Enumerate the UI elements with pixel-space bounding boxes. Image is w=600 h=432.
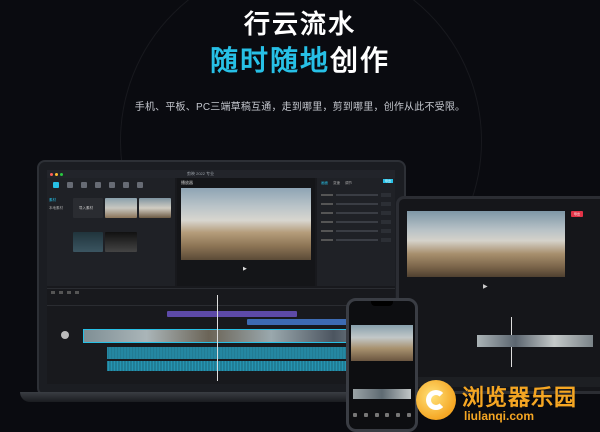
media-thumbnail[interactable] [73,232,103,252]
text-track-clip[interactable] [167,311,297,317]
audio-track-clip[interactable] [107,361,357,371]
phone-tool-icon[interactable] [406,413,411,417]
sticker-tool-icon[interactable] [95,182,101,188]
phone-tool-icon[interactable] [353,413,357,417]
timeline-playhead[interactable] [217,295,218,381]
phone-tool-icon[interactable] [374,413,379,417]
properties-panel: 导出 画面 变速 调节 [317,178,395,286]
preview-label: 播放器 [181,180,193,185]
hero-subtitle: 随时随地创作 [0,44,600,78]
phone-notch [371,301,393,306]
phone-tool-icon[interactable] [363,413,368,417]
redo-icon[interactable] [59,291,63,294]
phone-tool-icon[interactable] [385,413,390,417]
hero-subtitle-accent: 随时随地 [209,45,330,76]
split-icon[interactable] [67,291,71,294]
property-row[interactable] [321,200,391,207]
maximize-dot-icon[interactable] [60,172,63,176]
import-media-label: 导入素材 [79,206,93,210]
timeline-panel [47,288,395,384]
undo-icon[interactable] [51,291,55,294]
tablet-play-icon[interactable]: ▶ [483,283,488,290]
phone-video-clip[interactable] [353,389,411,399]
property-row[interactable] [321,227,391,234]
side-item-media[interactable]: 素材 [49,196,67,204]
filter-tool-icon[interactable] [137,182,143,188]
preview-video [181,188,311,260]
export-button[interactable]: 导出 [383,179,393,183]
property-row[interactable] [321,209,391,216]
effects-tool-icon[interactable] [109,182,115,188]
lock-icon[interactable] [61,331,69,339]
delete-icon[interactable] [75,291,79,294]
side-item-local[interactable]: 本地素材 [49,204,67,212]
minimize-dot-icon[interactable] [55,172,58,176]
hero-subtitle-rest: 创作 [330,45,391,76]
audio-track-clip[interactable] [107,347,357,359]
phone-device [346,298,418,432]
watermark-name: 浏览器乐园 [462,385,578,411]
property-row[interactable] [321,236,391,243]
import-media-tile[interactable]: 导入素材 [73,198,103,218]
app-titlebar: 剪映 2022 专业 [47,170,395,178]
media-panel: 素材 本地素材 导入素材 [47,178,175,286]
phone-tool-icon[interactable] [396,413,401,417]
play-icon[interactable]: ▶ [243,266,247,272]
phone-preview-video [351,325,413,361]
tablet-preview-video [407,211,565,277]
tab-adjust[interactable]: 调节 [345,181,352,186]
transition-tool-icon[interactable] [123,182,129,188]
timeline-toolbar [47,289,395,299]
hero-description: 手机、平板、PC三端草稿互通，走到哪里，剪到哪里，创作从此不受限。 [134,102,466,113]
property-row[interactable] [321,218,391,225]
tab-picture[interactable]: 画面 [321,181,328,186]
media-thumbnail[interactable] [105,198,137,218]
preview-panel: 播放器 ▶ [177,178,315,286]
window-title: 剪映 2022 专业 [187,171,215,176]
tablet-video-clip[interactable] [477,335,593,347]
watermark-url: liulanqi.com [464,409,535,423]
timeline-ruler[interactable] [47,299,395,306]
watermark: 浏览器乐园 liulanqi.com [416,378,600,428]
audio-tool-icon[interactable] [67,182,73,188]
media-thumbnail[interactable] [105,232,137,252]
text-tool-icon[interactable] [81,182,87,188]
tablet-device: 导出 ▶ [396,196,600,394]
media-side-list: 素材 本地素材 [49,196,67,212]
media-toolbar [47,178,175,192]
hero-title: 行云流水 [243,9,356,39]
media-thumbnail[interactable] [139,198,171,218]
laptop-screen: 剪映 2022 专业 素材 本地素材 导入素材 播放器 ▶ 导出 画面 变速 调… [47,170,395,384]
close-dot-icon[interactable] [50,172,53,176]
watermark-logo-icon [416,380,456,420]
property-row[interactable] [321,191,391,198]
tab-speed[interactable]: 变速 [333,181,340,186]
media-tool-icon[interactable] [53,182,59,188]
phone-toolbar [353,413,411,419]
tablet-export-button[interactable]: 导出 [571,211,583,217]
